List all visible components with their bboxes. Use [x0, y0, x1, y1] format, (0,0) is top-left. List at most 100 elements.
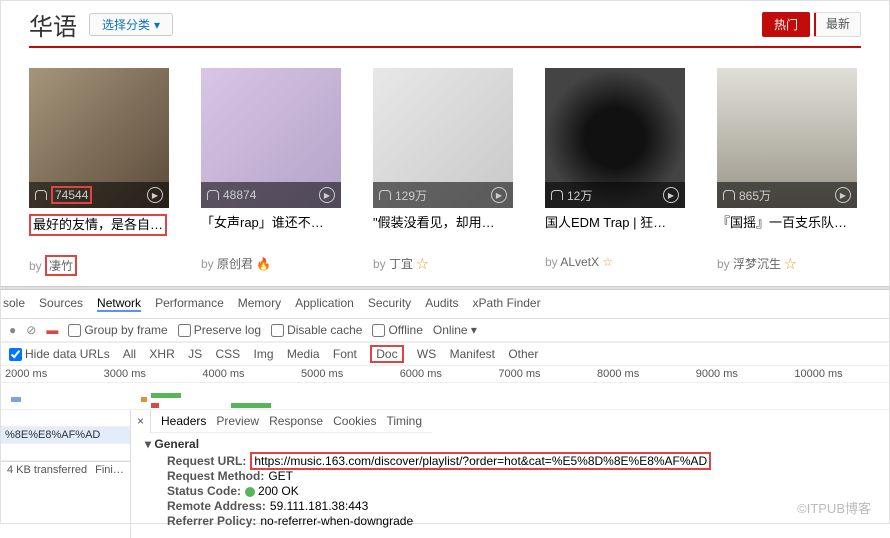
play-icon[interactable]: ▶ — [319, 187, 335, 203]
list-item[interactable]: %8E%E8%AF%AD — [1, 427, 130, 444]
close-icon[interactable]: × — [131, 410, 151, 433]
network-toolbar: ● ⊘ ▬ Group by frame Preserve log Disabl… — [1, 319, 889, 342]
playlist-card[interactable]: 12万 ▶ 国人EDM Trap | 狂… by ALvetX ☆ — [545, 68, 685, 276]
play-count: 74544 — [51, 186, 92, 204]
clear-icon[interactable]: ⊘ — [26, 323, 36, 337]
star-icon: ☆ — [602, 255, 613, 269]
play-count: 12万 — [567, 187, 592, 204]
author-link[interactable]: ALvetX — [560, 255, 599, 269]
author-link[interactable]: 浮梦沉生 — [733, 257, 781, 271]
filter-css[interactable]: CSS — [215, 347, 240, 361]
page-title: 华语 — [29, 7, 77, 42]
status-dot-icon — [245, 487, 255, 497]
tab-security[interactable]: Security — [368, 296, 411, 312]
tab-audits[interactable]: Audits — [425, 296, 458, 312]
playlist-title[interactable]: "假装没看见，却用… — [373, 214, 513, 252]
list-item[interactable] — [1, 410, 130, 427]
filter-font[interactable]: Font — [333, 347, 357, 361]
tab-memory[interactable]: Memory — [238, 296, 281, 312]
headphone-icon — [379, 190, 391, 200]
watermark: ©ITPUB博客 — [797, 498, 871, 517]
filter-other[interactable]: Other — [508, 347, 538, 361]
hide-data-urls[interactable]: Hide data URLs — [9, 347, 110, 361]
star-icon: ☆ — [416, 257, 428, 271]
category-select[interactable]: 选择分类 ▾ — [89, 13, 173, 36]
tab-cookies[interactable]: Cookies — [333, 414, 376, 428]
tab-new[interactable]: 最新 — [814, 12, 861, 37]
playlist-card[interactable]: 129万 ▶ "假装没看见，却用… by 丁宜 ☆ — [373, 68, 513, 276]
playlist-card[interactable]: 74544 ▶ 最好的友情，是各自… by 凄竹 — [29, 68, 169, 276]
filter-bar: Hide data URLs All XHR JS CSS Img Media … — [1, 342, 889, 365]
tab-hot[interactable]: 热门 — [762, 12, 810, 37]
remote-address: 59.111.181.38:443 — [270, 499, 368, 513]
filter-ws[interactable]: WS — [417, 347, 436, 361]
waterfall[interactable] — [1, 382, 889, 410]
playlist-author: by 凄竹 — [29, 255, 169, 276]
filter-media[interactable]: Media — [287, 347, 320, 361]
play-icon[interactable]: ▶ — [663, 187, 679, 203]
request-list: %8E%E8%AF%AD 4 KB transferredFini… — [1, 410, 131, 538]
flame-icon: 🔥 — [256, 257, 271, 271]
tab-network[interactable]: Network — [97, 296, 141, 312]
tab-application[interactable]: Application — [295, 296, 354, 312]
headphone-icon — [207, 190, 219, 200]
tab-sources[interactable]: Sources — [39, 296, 83, 312]
tab-performance[interactable]: Performance — [155, 296, 224, 312]
playlist-card[interactable]: 48874 ▶ 「女声rap」谁还不… by 原创君 🔥 — [201, 68, 341, 276]
request-method: GET — [268, 469, 293, 483]
list-item[interactable] — [1, 444, 130, 461]
devtools-tabs: sole Sources Network Performance Memory … — [1, 290, 889, 319]
tab-xpath[interactable]: xPath Finder — [473, 296, 541, 312]
category-select-label: 选择分类 — [102, 16, 150, 33]
filter-js[interactable]: JS — [188, 347, 202, 361]
playlist-grid: 74544 ▶ 最好的友情，是各自… by 凄竹 48874 ▶ 「女声rap」谁还… — [1, 48, 889, 286]
tab-timing[interactable]: Timing — [386, 414, 422, 428]
timeline-ruler: 2000 ms3000 ms4000 ms5000 ms6000 ms7000 … — [1, 365, 889, 382]
playlist-author: by 丁宜 ☆ — [373, 255, 513, 272]
filter-img[interactable]: Img — [253, 347, 273, 361]
play-icon[interactable]: ▶ — [491, 187, 507, 203]
play-icon[interactable]: ▶ — [835, 187, 851, 203]
status-code: 200 OK — [258, 484, 299, 498]
section-general[interactable]: General — [145, 437, 875, 451]
filter-all[interactable]: All — [123, 347, 136, 361]
headphone-icon — [723, 190, 735, 200]
playlist-author: by 原创君 🔥 — [201, 255, 341, 272]
filter-doc[interactable]: Doc — [370, 345, 403, 363]
play-count: 129万 — [395, 187, 427, 204]
offline-check[interactable]: Offline — [372, 323, 422, 337]
status-bar: 4 KB transferredFini… — [1, 461, 130, 478]
headers-general: General Request URL:https://music.163.co… — [131, 433, 889, 533]
tab-headers[interactable]: Headers — [161, 414, 206, 428]
playlist-title[interactable]: 国人EDM Trap | 狂… — [545, 214, 685, 252]
tab-response[interactable]: Response — [269, 414, 323, 428]
playlist-author: by 浮梦沉生 ☆ — [717, 255, 857, 272]
filter-icon[interactable]: ▬ — [46, 323, 58, 337]
play-count: 48874 — [223, 188, 256, 202]
playlist-title[interactable]: 『国摇』一百支乐队… — [717, 214, 857, 252]
author-link[interactable]: 凄竹 — [49, 259, 73, 273]
play-icon[interactable]: ▶ — [147, 187, 163, 203]
tab-console[interactable]: sole — [3, 296, 25, 312]
record-icon[interactable]: ● — [9, 323, 16, 337]
star-icon: ☆ — [784, 257, 796, 271]
playlist-card[interactable]: 865万▶ 『国摇』一百支乐队… by 浮梦沉生 ☆ — [717, 68, 857, 276]
tab-preview[interactable]: Preview — [216, 414, 259, 428]
headphone-icon — [551, 190, 563, 200]
playlist-title[interactable]: 最好的友情，是各自… — [29, 214, 167, 236]
playlist-author: by ALvetX ☆ — [545, 255, 685, 269]
devtools: sole Sources Network Performance Memory … — [1, 290, 889, 538]
headphone-icon — [35, 190, 47, 200]
filter-xhr[interactable]: XHR — [149, 347, 174, 361]
referrer-policy: no-referrer-when-downgrade — [260, 514, 413, 528]
author-link[interactable]: 丁宜 — [389, 257, 413, 271]
request-url: https://music.163.com/discover/playlist/… — [250, 452, 711, 470]
group-frame-check[interactable]: Group by frame — [68, 323, 167, 337]
playlist-title[interactable]: 「女声rap」谁还不… — [201, 214, 341, 252]
author-link[interactable]: 原创君 — [217, 257, 253, 271]
disable-cache-check[interactable]: Disable cache — [271, 323, 362, 337]
filter-manifest[interactable]: Manifest — [450, 347, 495, 361]
throttle-select[interactable]: Online ▾ — [433, 323, 477, 337]
chevron-down-icon: ▾ — [154, 18, 160, 32]
preserve-log-check[interactable]: Preserve log — [178, 323, 261, 337]
